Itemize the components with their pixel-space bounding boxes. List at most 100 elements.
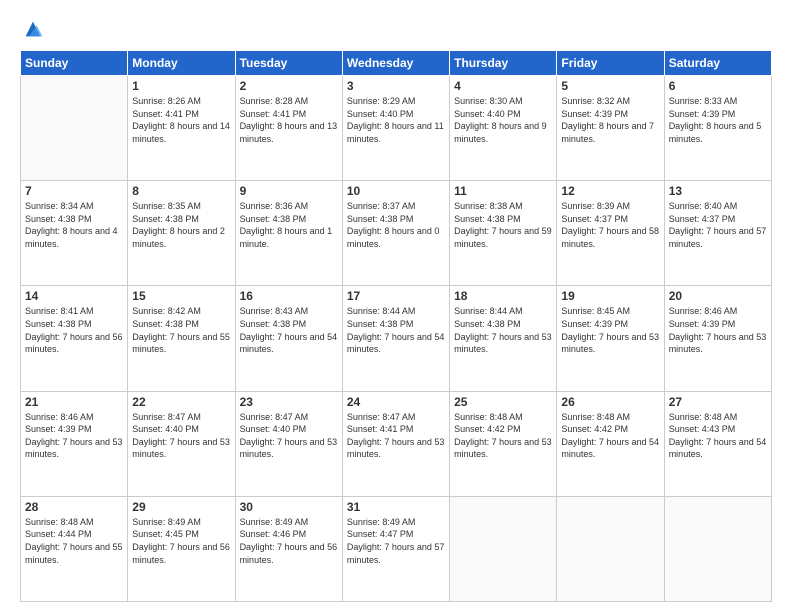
day-number: 1 xyxy=(132,79,230,93)
day-number: 12 xyxy=(561,184,659,198)
day-info: Sunrise: 8:48 AMSunset: 4:42 PMDaylight:… xyxy=(561,411,659,461)
day-number: 16 xyxy=(240,289,338,303)
day-info: Sunrise: 8:48 AMSunset: 4:42 PMDaylight:… xyxy=(454,411,552,461)
day-info: Sunrise: 8:49 AMSunset: 4:47 PMDaylight:… xyxy=(347,516,445,566)
day-cell: 1Sunrise: 8:26 AMSunset: 4:41 PMDaylight… xyxy=(128,76,235,181)
day-info: Sunrise: 8:45 AMSunset: 4:39 PMDaylight:… xyxy=(561,305,659,355)
day-cell: 6Sunrise: 8:33 AMSunset: 4:39 PMDaylight… xyxy=(664,76,771,181)
day-info: Sunrise: 8:35 AMSunset: 4:38 PMDaylight:… xyxy=(132,200,230,250)
day-number: 22 xyxy=(132,395,230,409)
day-number: 3 xyxy=(347,79,445,93)
day-cell xyxy=(450,496,557,601)
day-cell: 30Sunrise: 8:49 AMSunset: 4:46 PMDayligh… xyxy=(235,496,342,601)
day-number: 7 xyxy=(25,184,123,198)
week-row-4: 28 Sunrise: 8:48 AMSunset: 4:44 PMDayligh… xyxy=(21,496,772,601)
day-info: Sunrise: 8:33 AMSunset: 4:39 PMDaylight:… xyxy=(669,95,767,145)
day-number: 14 xyxy=(25,289,123,303)
day-number: 18 xyxy=(454,289,552,303)
day-cell xyxy=(557,496,664,601)
day-cell: 9 Sunrise: 8:36 AMSunset: 4:38 PMDaylight… xyxy=(235,181,342,286)
day-cell: 14 Sunrise: 8:41 AMSunset: 4:38 PMDayligh… xyxy=(21,286,128,391)
day-cell: 7 Sunrise: 8:34 AMSunset: 4:38 PMDaylight… xyxy=(21,181,128,286)
day-number: 31 xyxy=(347,500,445,514)
day-header-monday: Monday xyxy=(128,51,235,76)
day-info: Sunrise: 8:47 AMSunset: 4:41 PMDaylight:… xyxy=(347,411,445,461)
day-header-sunday: Sunday xyxy=(21,51,128,76)
day-cell: 24 Sunrise: 8:47 AMSunset: 4:41 PMDayligh… xyxy=(342,391,449,496)
day-info: Sunrise: 8:47 AMSunset: 4:40 PMDaylight:… xyxy=(132,411,230,461)
day-cell: 21Sunrise: 8:46 AMSunset: 4:39 PMDayligh… xyxy=(21,391,128,496)
day-cell: 18 Sunrise: 8:44 AMSunset: 4:38 PMDayligh… xyxy=(450,286,557,391)
day-info: Sunrise: 8:47 AMSunset: 4:40 PMDaylight:… xyxy=(240,411,338,461)
day-info: Sunrise: 8:34 AMSunset: 4:38 PMDaylight:… xyxy=(25,200,123,250)
day-info: Sunrise: 8:44 AMSunset: 4:38 PMDaylight:… xyxy=(454,305,552,355)
day-number: 25 xyxy=(454,395,552,409)
logo xyxy=(20,18,44,40)
day-cell: 20Sunrise: 8:46 AMSunset: 4:39 PMDayligh… xyxy=(664,286,771,391)
day-info: Sunrise: 8:48 AMSunset: 4:43 PMDaylight:… xyxy=(669,411,767,461)
day-cell: 26 Sunrise: 8:48 AMSunset: 4:42 PMDayligh… xyxy=(557,391,664,496)
day-info: Sunrise: 8:42 AMSunset: 4:38 PMDaylight:… xyxy=(132,305,230,355)
day-cell: 17Sunrise: 8:44 AMSunset: 4:38 PMDayligh… xyxy=(342,286,449,391)
week-row-3: 21Sunrise: 8:46 AMSunset: 4:39 PMDayligh… xyxy=(21,391,772,496)
day-number: 11 xyxy=(454,184,552,198)
day-number: 27 xyxy=(669,395,767,409)
day-number: 2 xyxy=(240,79,338,93)
day-cell: 3Sunrise: 8:29 AMSunset: 4:40 PMDaylight… xyxy=(342,76,449,181)
day-cell xyxy=(21,76,128,181)
day-info: Sunrise: 8:49 AMSunset: 4:46 PMDaylight:… xyxy=(240,516,338,566)
day-info: Sunrise: 8:32 AMSunset: 4:39 PMDaylight:… xyxy=(561,95,659,145)
calendar-table: SundayMondayTuesdayWednesdayThursdayFrid… xyxy=(20,50,772,602)
day-number: 23 xyxy=(240,395,338,409)
day-number: 4 xyxy=(454,79,552,93)
day-cell: 22 Sunrise: 8:47 AMSunset: 4:40 PMDayligh… xyxy=(128,391,235,496)
day-info: Sunrise: 8:30 AMSunset: 4:40 PMDaylight:… xyxy=(454,95,552,145)
day-header-row: SundayMondayTuesdayWednesdayThursdayFrid… xyxy=(21,51,772,76)
day-number: 29 xyxy=(132,500,230,514)
day-cell: 13 Sunrise: 8:40 AMSunset: 4:37 PMDayligh… xyxy=(664,181,771,286)
day-cell: 15 Sunrise: 8:42 AMSunset: 4:38 PMDayligh… xyxy=(128,286,235,391)
day-header-wednesday: Wednesday xyxy=(342,51,449,76)
day-header-saturday: Saturday xyxy=(664,51,771,76)
day-info: Sunrise: 8:40 AMSunset: 4:37 PMDaylight:… xyxy=(669,200,767,250)
day-cell: 5 Sunrise: 8:32 AMSunset: 4:39 PMDaylight… xyxy=(557,76,664,181)
day-cell: 12 Sunrise: 8:39 AMSunset: 4:37 PMDayligh… xyxy=(557,181,664,286)
day-cell: 27 Sunrise: 8:48 AMSunset: 4:43 PMDayligh… xyxy=(664,391,771,496)
calendar-body: 1Sunrise: 8:26 AMSunset: 4:41 PMDaylight… xyxy=(21,76,772,602)
day-number: 26 xyxy=(561,395,659,409)
day-number: 19 xyxy=(561,289,659,303)
day-info: Sunrise: 8:36 AMSunset: 4:38 PMDaylight:… xyxy=(240,200,338,250)
day-cell: 29 Sunrise: 8:49 AMSunset: 4:45 PMDayligh… xyxy=(128,496,235,601)
day-info: Sunrise: 8:49 AMSunset: 4:45 PMDaylight:… xyxy=(132,516,230,566)
day-cell: 10Sunrise: 8:37 AMSunset: 4:38 PMDayligh… xyxy=(342,181,449,286)
week-row-2: 14 Sunrise: 8:41 AMSunset: 4:38 PMDayligh… xyxy=(21,286,772,391)
day-info: Sunrise: 8:39 AMSunset: 4:37 PMDaylight:… xyxy=(561,200,659,250)
day-info: Sunrise: 8:48 AMSunset: 4:44 PMDaylight:… xyxy=(25,516,123,566)
day-info: Sunrise: 8:28 AMSunset: 4:41 PMDaylight:… xyxy=(240,95,338,145)
day-info: Sunrise: 8:43 AMSunset: 4:38 PMDaylight:… xyxy=(240,305,338,355)
day-number: 28 xyxy=(25,500,123,514)
day-header-friday: Friday xyxy=(557,51,664,76)
day-number: 24 xyxy=(347,395,445,409)
day-cell: 8 Sunrise: 8:35 AMSunset: 4:38 PMDaylight… xyxy=(128,181,235,286)
day-number: 17 xyxy=(347,289,445,303)
day-number: 10 xyxy=(347,184,445,198)
day-info: Sunrise: 8:38 AMSunset: 4:38 PMDaylight:… xyxy=(454,200,552,250)
day-number: 5 xyxy=(561,79,659,93)
day-info: Sunrise: 8:46 AMSunset: 4:39 PMDaylight:… xyxy=(669,305,767,355)
day-number: 8 xyxy=(132,184,230,198)
day-header-tuesday: Tuesday xyxy=(235,51,342,76)
day-cell xyxy=(664,496,771,601)
day-cell: 2 Sunrise: 8:28 AMSunset: 4:41 PMDaylight… xyxy=(235,76,342,181)
day-cell: 16 Sunrise: 8:43 AMSunset: 4:38 PMDayligh… xyxy=(235,286,342,391)
day-cell: 23 Sunrise: 8:47 AMSunset: 4:40 PMDayligh… xyxy=(235,391,342,496)
page: SundayMondayTuesdayWednesdayThursdayFrid… xyxy=(0,0,792,612)
day-header-thursday: Thursday xyxy=(450,51,557,76)
day-number: 15 xyxy=(132,289,230,303)
day-number: 9 xyxy=(240,184,338,198)
day-info: Sunrise: 8:41 AMSunset: 4:38 PMDaylight:… xyxy=(25,305,123,355)
logo-icon xyxy=(22,18,44,40)
week-row-1: 7 Sunrise: 8:34 AMSunset: 4:38 PMDaylight… xyxy=(21,181,772,286)
week-row-0: 1Sunrise: 8:26 AMSunset: 4:41 PMDaylight… xyxy=(21,76,772,181)
day-number: 13 xyxy=(669,184,767,198)
